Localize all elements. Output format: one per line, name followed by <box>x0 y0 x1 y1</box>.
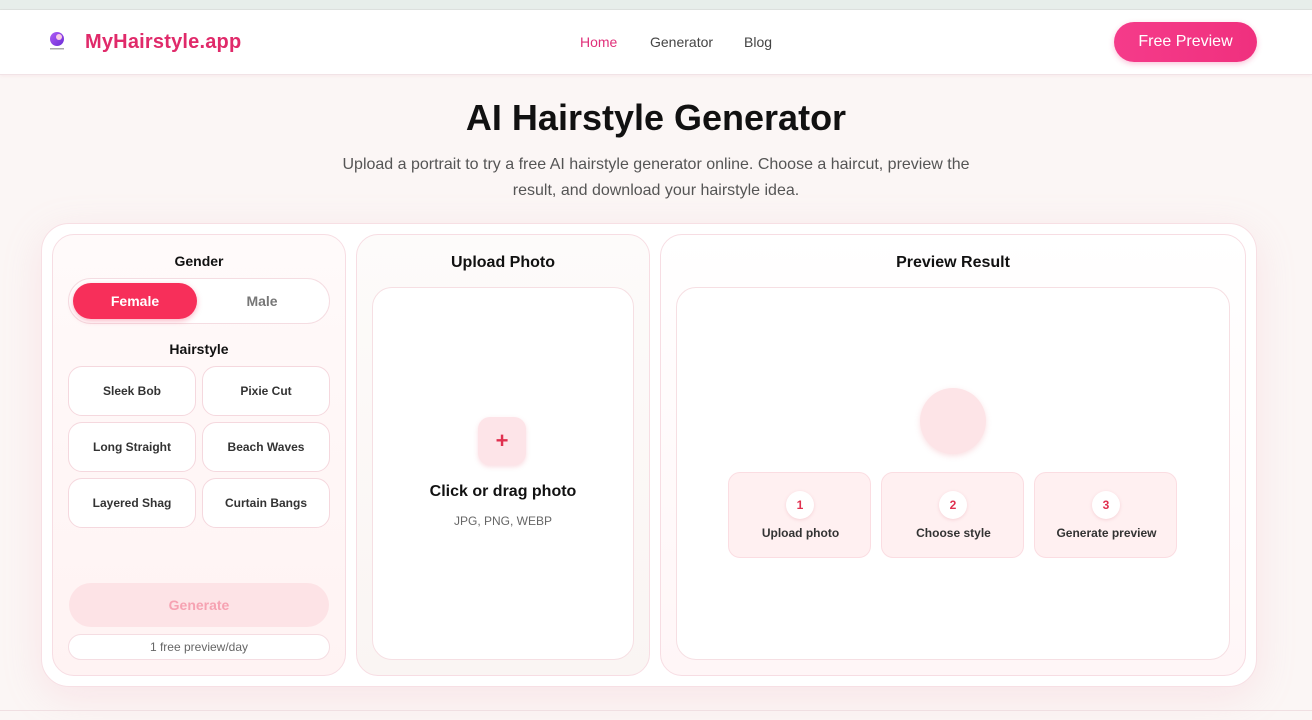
step-label: Generate preview <box>1056 526 1157 540</box>
step-label: Upload photo <box>761 526 840 540</box>
step-number: 1 <box>786 491 814 519</box>
brand-name[interactable]: MyHairstyle.app <box>85 31 241 54</box>
hairstyle-curtain-bangs[interactable]: Curtain Bangs <box>202 478 330 528</box>
free-preview-button[interactable]: Free Preview <box>1114 22 1257 62</box>
photo-dropzone[interactable] <box>372 287 634 660</box>
preview-title: Preview Result <box>896 254 1010 271</box>
dropzone-formats: JPG, PNG, WEBP <box>453 514 552 528</box>
step-number: 3 <box>1092 491 1120 519</box>
plus-icon[interactable]: + <box>478 417 526 465</box>
hairstyle-long-straight[interactable]: Long Straight <box>68 422 196 472</box>
hairstyle-layered-shag[interactable]: Layered Shag <box>68 478 196 528</box>
free-quota-badge: 1 free preview/day <box>68 634 330 660</box>
nav-generator[interactable]: Generator <box>650 34 713 50</box>
step-card-upload: 1 Upload photo <box>728 472 871 558</box>
step-number: 2 <box>939 491 967 519</box>
gender-male-button[interactable]: Male <box>200 283 324 319</box>
nav-home[interactable]: Home <box>580 34 617 50</box>
hairstyle-beach-waves[interactable]: Beach Waves <box>202 422 330 472</box>
page-title: AI Hairstyle Generator <box>465 97 847 138</box>
step-label: Choose style <box>916 526 991 540</box>
site-header: MyHairstyle.app Home Generator Blog Free… <box>0 10 1312 75</box>
page-subtitle: Upload a portrait to try a free AI hairs… <box>342 156 970 199</box>
gender-female-button[interactable]: Female <box>73 283 197 319</box>
logo-icon[interactable] <box>47 31 67 51</box>
hairstyle-label: Hairstyle <box>169 341 229 357</box>
hairstyle-pixie-cut[interactable]: Pixie Cut <box>202 366 330 416</box>
generate-button[interactable]: Generate <box>69 583 329 627</box>
placeholder-avatar <box>920 388 986 454</box>
browser-top-strip <box>0 0 1312 10</box>
section-divider <box>0 710 1312 711</box>
gender-label: Gender <box>174 253 224 269</box>
dropzone-title: Click or drag photo <box>429 483 577 500</box>
hairstyle-sleek-bob[interactable]: Sleek Bob <box>68 366 196 416</box>
step-card-generate: 3 Generate preview <box>1034 472 1177 558</box>
upload-title: Upload Photo <box>451 254 555 271</box>
nav-blog[interactable]: Blog <box>744 34 772 50</box>
step-card-choose: 2 Choose style <box>881 472 1024 558</box>
